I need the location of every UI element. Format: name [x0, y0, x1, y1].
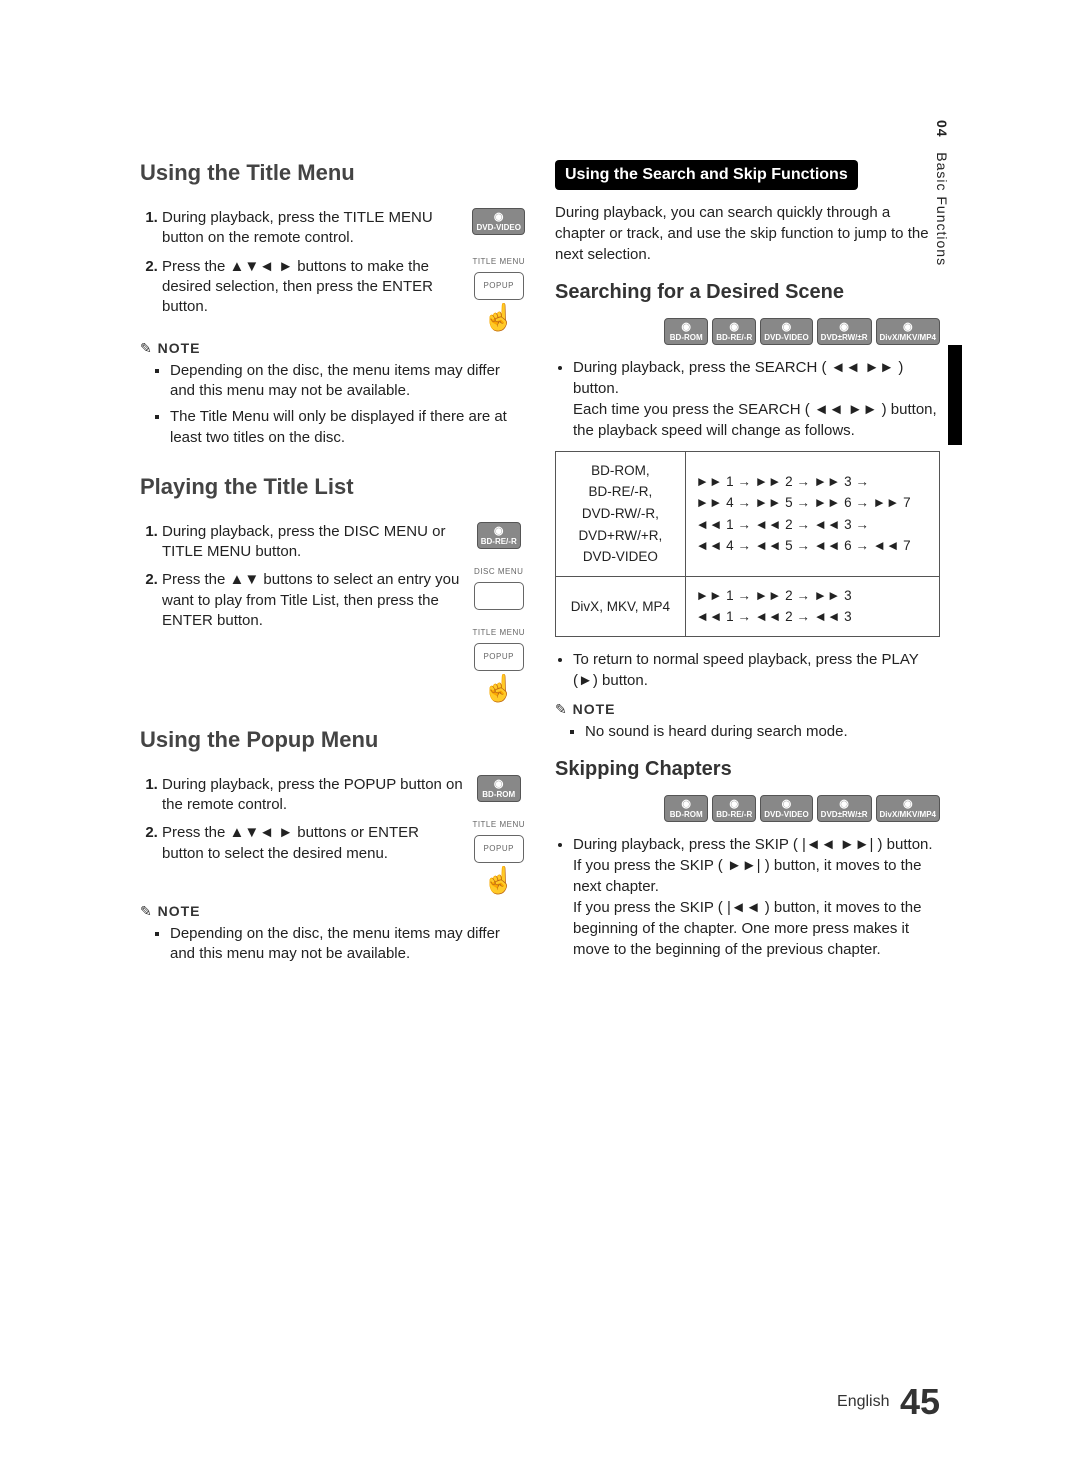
hand-icon: ☝ — [483, 304, 515, 330]
hand-icon: ☝ — [483, 675, 515, 701]
step: During playback, press the POPUP button … — [162, 775, 464, 816]
table-cell: BD-ROM, BD-RE/-R, DVD-RW/-R, DVD+RW/+R, … — [556, 451, 686, 576]
disc-badge-icon: DivX/MKV/MP4 — [876, 795, 940, 822]
note-item: Depending on the disc, the menu items ma… — [170, 361, 525, 402]
right-column: Using the Search and Skip Functions Duri… — [555, 160, 940, 972]
disc-badge-icon: BD-ROM — [477, 775, 521, 802]
remote-illustration: BD-ROM TITLE MENU POPUP ☝ — [472, 775, 525, 893]
remote-sublabel: POPUP — [475, 652, 523, 661]
heading-title-menu: Using the Title Menu — [140, 160, 525, 186]
remote-button-icon: POPUP — [474, 835, 524, 863]
title-list-steps: During playback, press the DISC MENU or … — [140, 522, 464, 631]
search-notes: No sound is heard during search mode. — [555, 722, 940, 742]
disc-badge-icon: BD-RE/-R — [477, 522, 521, 549]
note-heading: NOTE — [555, 701, 940, 718]
remote-button-icon — [474, 582, 524, 610]
title-menu-steps: During playback, press the TITLE MENU bu… — [140, 208, 464, 317]
title-menu-notes: Depending on the disc, the menu items ma… — [140, 361, 525, 448]
intro-paragraph: During playback, you can search quickly … — [555, 202, 940, 265]
hand-icon: ☝ — [483, 867, 515, 893]
bullet-item: During playback, press the SEARCH ( ◄◄ ►… — [573, 357, 940, 441]
disc-badge-row: BD-ROM BD-RE/-R DVD-VIDEO DVD±RW/±R DivX… — [555, 795, 940, 822]
section-bar: Using the Search and Skip Functions — [555, 160, 858, 190]
disc-badge-icon: BD-ROM — [664, 795, 708, 822]
popup-menu-notes: Depending on the disc, the menu items ma… — [140, 924, 525, 965]
note-heading: NOTE — [140, 340, 525, 357]
remote-sublabel: POPUP — [475, 844, 523, 853]
chapter-tab: 04 Basic Functions — [934, 120, 950, 266]
remote-label: DISC MENU — [474, 567, 523, 576]
remote-illustration: BD-RE/-R DISC MENU TITLE MENU POPUP ☝ — [472, 522, 525, 701]
note-heading: NOTE — [140, 903, 525, 920]
chapter-title: Basic Functions — [934, 152, 950, 266]
footer-language: English — [837, 1393, 889, 1410]
step: Press the ▲▼◄ ► buttons to make the desi… — [162, 257, 464, 318]
disc-badge-icon: DivX/MKV/MP4 — [876, 318, 940, 345]
left-column: Using the Title Menu During playback, pr… — [140, 160, 525, 972]
heading-skipping: Skipping Chapters — [555, 758, 940, 781]
disc-badge-icon: DVD-VIDEO — [760, 795, 812, 822]
skip-bullets: During playback, press the SKIP ( |◄◄ ►►… — [555, 834, 940, 960]
heading-search-scene: Searching for a Desired Scene — [555, 281, 940, 304]
note-item: Depending on the disc, the menu items ma… — [170, 924, 525, 965]
step: Press the ▲▼◄ ► buttons or ENTER button … — [162, 823, 464, 864]
disc-badge-icon: BD-RE/-R — [712, 318, 756, 345]
popup-menu-steps: During playback, press the POPUP button … — [140, 775, 464, 864]
remote-illustration: DVD-VIDEO TITLE MENU POPUP ☝ — [472, 208, 525, 330]
table-row: BD-ROM, BD-RE/-R, DVD-RW/-R, DVD+RW/+R, … — [556, 451, 940, 576]
side-marker — [948, 345, 962, 445]
step: During playback, press the DISC MENU or … — [162, 522, 464, 563]
remote-label: TITLE MENU — [472, 628, 525, 637]
search-bullets-2: To return to normal speed playback, pres… — [555, 649, 940, 691]
heading-popup-menu: Using the Popup Menu — [140, 727, 525, 753]
note-item: No sound is heard during search mode. — [585, 722, 940, 742]
page-number: 45 — [900, 1381, 940, 1422]
step: During playback, press the TITLE MENU bu… — [162, 208, 464, 249]
disc-badge-icon: DVD±RW/±R — [817, 795, 872, 822]
disc-badge-icon: DVD±RW/±R — [817, 318, 872, 345]
table-cell: ►► 1 → ►► 2 → ►► 3 → ►► 4 → ►► 5 → ►► 6 … — [685, 451, 939, 576]
remote-button-icon: POPUP — [474, 643, 524, 671]
disc-badge-icon: DVD-VIDEO — [472, 208, 524, 235]
search-bullets: During playback, press the SEARCH ( ◄◄ ►… — [555, 357, 940, 441]
page-footer: English 45 — [837, 1381, 940, 1423]
table-cell: DivX, MKV, MP4 — [556, 576, 686, 636]
disc-badge-icon: BD-RE/-R — [712, 795, 756, 822]
table-cell: ►► 1 → ►► 2 → ►► 3 ◄◄ 1 → ◄◄ 2 → ◄◄ 3 — [685, 576, 939, 636]
manual-page: 04 Basic Functions Using the Title Menu … — [0, 0, 1080, 1479]
remote-label: TITLE MENU — [472, 820, 525, 829]
disc-badge-icon: BD-ROM — [664, 318, 708, 345]
heading-title-list: Playing the Title List — [140, 474, 525, 500]
table-row: DivX, MKV, MP4 ►► 1 → ►► 2 → ►► 3 ◄◄ 1 →… — [556, 576, 940, 636]
bullet-item: To return to normal speed playback, pres… — [573, 649, 940, 691]
chapter-number: 04 — [934, 120, 950, 138]
step: Press the ▲▼ buttons to select an entry … — [162, 570, 464, 631]
remote-button-icon: POPUP — [474, 272, 524, 300]
remote-sublabel: POPUP — [475, 281, 523, 290]
disc-badge-row: BD-ROM BD-RE/-R DVD-VIDEO DVD±RW/±R DivX… — [555, 318, 940, 345]
note-item: The Title Menu will only be displayed if… — [170, 407, 525, 448]
bullet-item: During playback, press the SKIP ( |◄◄ ►►… — [573, 834, 940, 960]
disc-badge-icon: DVD-VIDEO — [760, 318, 812, 345]
remote-label: TITLE MENU — [472, 257, 525, 266]
speed-table: BD-ROM, BD-RE/-R, DVD-RW/-R, DVD+RW/+R, … — [555, 451, 940, 637]
